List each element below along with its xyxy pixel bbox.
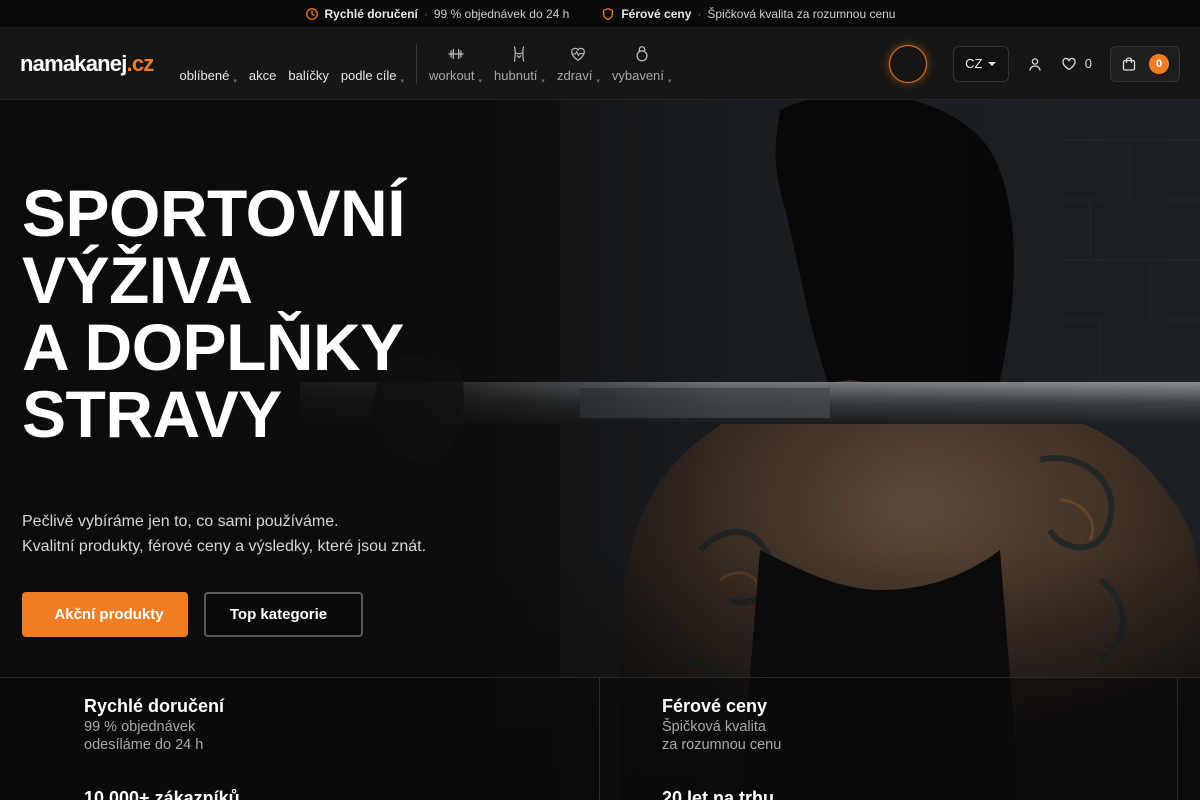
chevron-down-icon: ▾ — [233, 78, 237, 85]
chevron-down-icon: ▾ — [596, 78, 600, 85]
promo-separator: · — [423, 6, 428, 21]
nav-item-workout[interactable]: workout ▾ — [423, 28, 488, 99]
feature-title: Rychlé doručení — [84, 696, 225, 716]
hero-subtitle-line: Kvalitní produkty, férové ceny a výsledk… — [22, 538, 427, 555]
nav-label: balíčky — [288, 68, 329, 83]
top-categories-label: Top kategorie — [229, 606, 328, 623]
sale-products-label: Akční produkty — [54, 606, 164, 623]
waist-icon — [510, 44, 528, 64]
nav-item-akce[interactable]: akce — [243, 28, 282, 99]
promo-delivery-title: Rychlé doručení — [324, 6, 418, 21]
clock-icon — [305, 7, 318, 20]
shield-icon — [603, 7, 614, 20]
wishlist-button[interactable]: 0 — [1061, 56, 1092, 72]
feature-desc: 99 % objednávek — [84, 719, 196, 735]
chevron-down-icon: ▾ — [400, 78, 404, 85]
nav-label: hubnutí — [494, 68, 538, 83]
heart-pulse-icon — [569, 44, 587, 64]
cart-button[interactable]: 0 — [1110, 45, 1180, 82]
hero-banner: SPORTOVNÍ VÝŽIVA A DOPLŇKY STRAVY Pečliv… — [0, 100, 1200, 800]
nav-label: zdraví — [556, 68, 593, 83]
account-button[interactable] — [1027, 56, 1043, 72]
hero-title-line: STRAVY — [22, 377, 282, 451]
promo-separator: · — [697, 6, 702, 21]
user-icon — [1029, 57, 1041, 71]
feature-desc: Špičková kvalita — [662, 719, 766, 735]
hero-subtitle: Pečlivě vybíráme jen to, co sami používá… — [22, 509, 426, 559]
nav-label: akce — [248, 68, 277, 83]
kettlebell-icon — [633, 44, 651, 64]
sale-products-button[interactable]: Akční produkty — [22, 592, 188, 637]
feature-desc: odesíláme do 24 h — [84, 737, 204, 753]
language-select[interactable]: CZ — [952, 45, 1009, 82]
promo-delivery-text: 99 % objednávek do 24 h — [433, 6, 570, 21]
language-value: CZ — [965, 56, 983, 71]
features-band: Rychlé doručení 99 % objednávek odesílám… — [0, 677, 1200, 800]
nav-divider — [416, 43, 417, 84]
top-categories-button[interactable]: Top kategorie — [204, 592, 363, 637]
chevron-down-icon: ▾ — [667, 78, 672, 85]
nav-item-balicky[interactable]: balíčky — [282, 28, 334, 99]
hero-subtitle-line: Pečlivě vybíráme jen to, co sami používá… — [22, 513, 339, 530]
hero-title-line: A DOPLŇKY — [22, 310, 404, 384]
features-column-right: Férové ceny Špičková kvalita za rozumnou… — [600, 678, 1178, 800]
logo-tld: .cz — [126, 50, 155, 76]
header-tools: CZ 0 0 — [888, 44, 1180, 83]
promo-prices-title: Férové ceny — [621, 6, 692, 21]
dumbbell-icon — [447, 44, 465, 64]
hero-title-line: SPORTOVNÍ — [22, 176, 406, 250]
nav-label: podle cíle — [340, 68, 397, 83]
cart-count-badge: 0 — [1149, 53, 1169, 74]
shopping-bag-icon — [1122, 56, 1136, 71]
logo-name: namakanej — [20, 50, 127, 76]
heart-icon — [1062, 57, 1076, 70]
features-column-left: Rychlé doručení 99 % objednávek odesílám… — [0, 678, 600, 800]
chevron-down-icon: ▾ — [478, 78, 483, 85]
nav-label: workout — [429, 68, 475, 83]
promo-prices: Férové ceny · Špičková kvalita za rozumn… — [601, 7, 895, 21]
chevron-down-icon: ▾ — [541, 78, 545, 85]
wishlist-count: 0 — [1084, 56, 1092, 71]
feature-title: 10 000+ zákazníků — [84, 788, 240, 800]
nav-item-zdravi[interactable]: zdraví ▾ — [551, 28, 606, 99]
feature-title: Férové ceny — [662, 696, 768, 716]
promo-prices-text: Špičková kvalita za rozumnou cenu — [707, 6, 896, 21]
promo-delivery: Rychlé doručení · 99 % objednávek do 24 … — [305, 6, 570, 21]
search-button[interactable] — [888, 44, 927, 83]
nav-label: vybavení — [611, 68, 664, 83]
main-nav: oblíbené ▾ akce balíčky podle cíle ▾ worko… — [173, 28, 677, 99]
feature-desc: za rozumnou cenu — [662, 737, 782, 753]
nav-item-vybaveni[interactable]: vybavení ▾ — [606, 28, 678, 99]
chevron-down-icon — [988, 61, 997, 66]
feature-title: 20 let na trhu — [662, 788, 775, 800]
hero-title: SPORTOVNÍ VÝŽIVA A DOPLŇKY STRAVY — [22, 176, 406, 451]
site-header: namakanej.cz oblíbené ▾ akce balíčky podl… — [0, 28, 1200, 100]
nav-item-oblibene[interactable]: oblíbené ▾ — [173, 28, 242, 99]
site-logo[interactable]: namakanej.cz — [20, 50, 155, 77]
nav-label: oblíbené — [179, 68, 230, 83]
hero-title-line: VÝŽIVA — [22, 243, 253, 317]
top-promo-strip: Rychlé doručení · 99 % objednávek do 24 … — [0, 0, 1200, 28]
nav-item-podle-cile[interactable]: podle cíle ▾ — [335, 28, 410, 99]
nav-item-hubnuti[interactable]: hubnutí ▾ — [488, 28, 551, 99]
